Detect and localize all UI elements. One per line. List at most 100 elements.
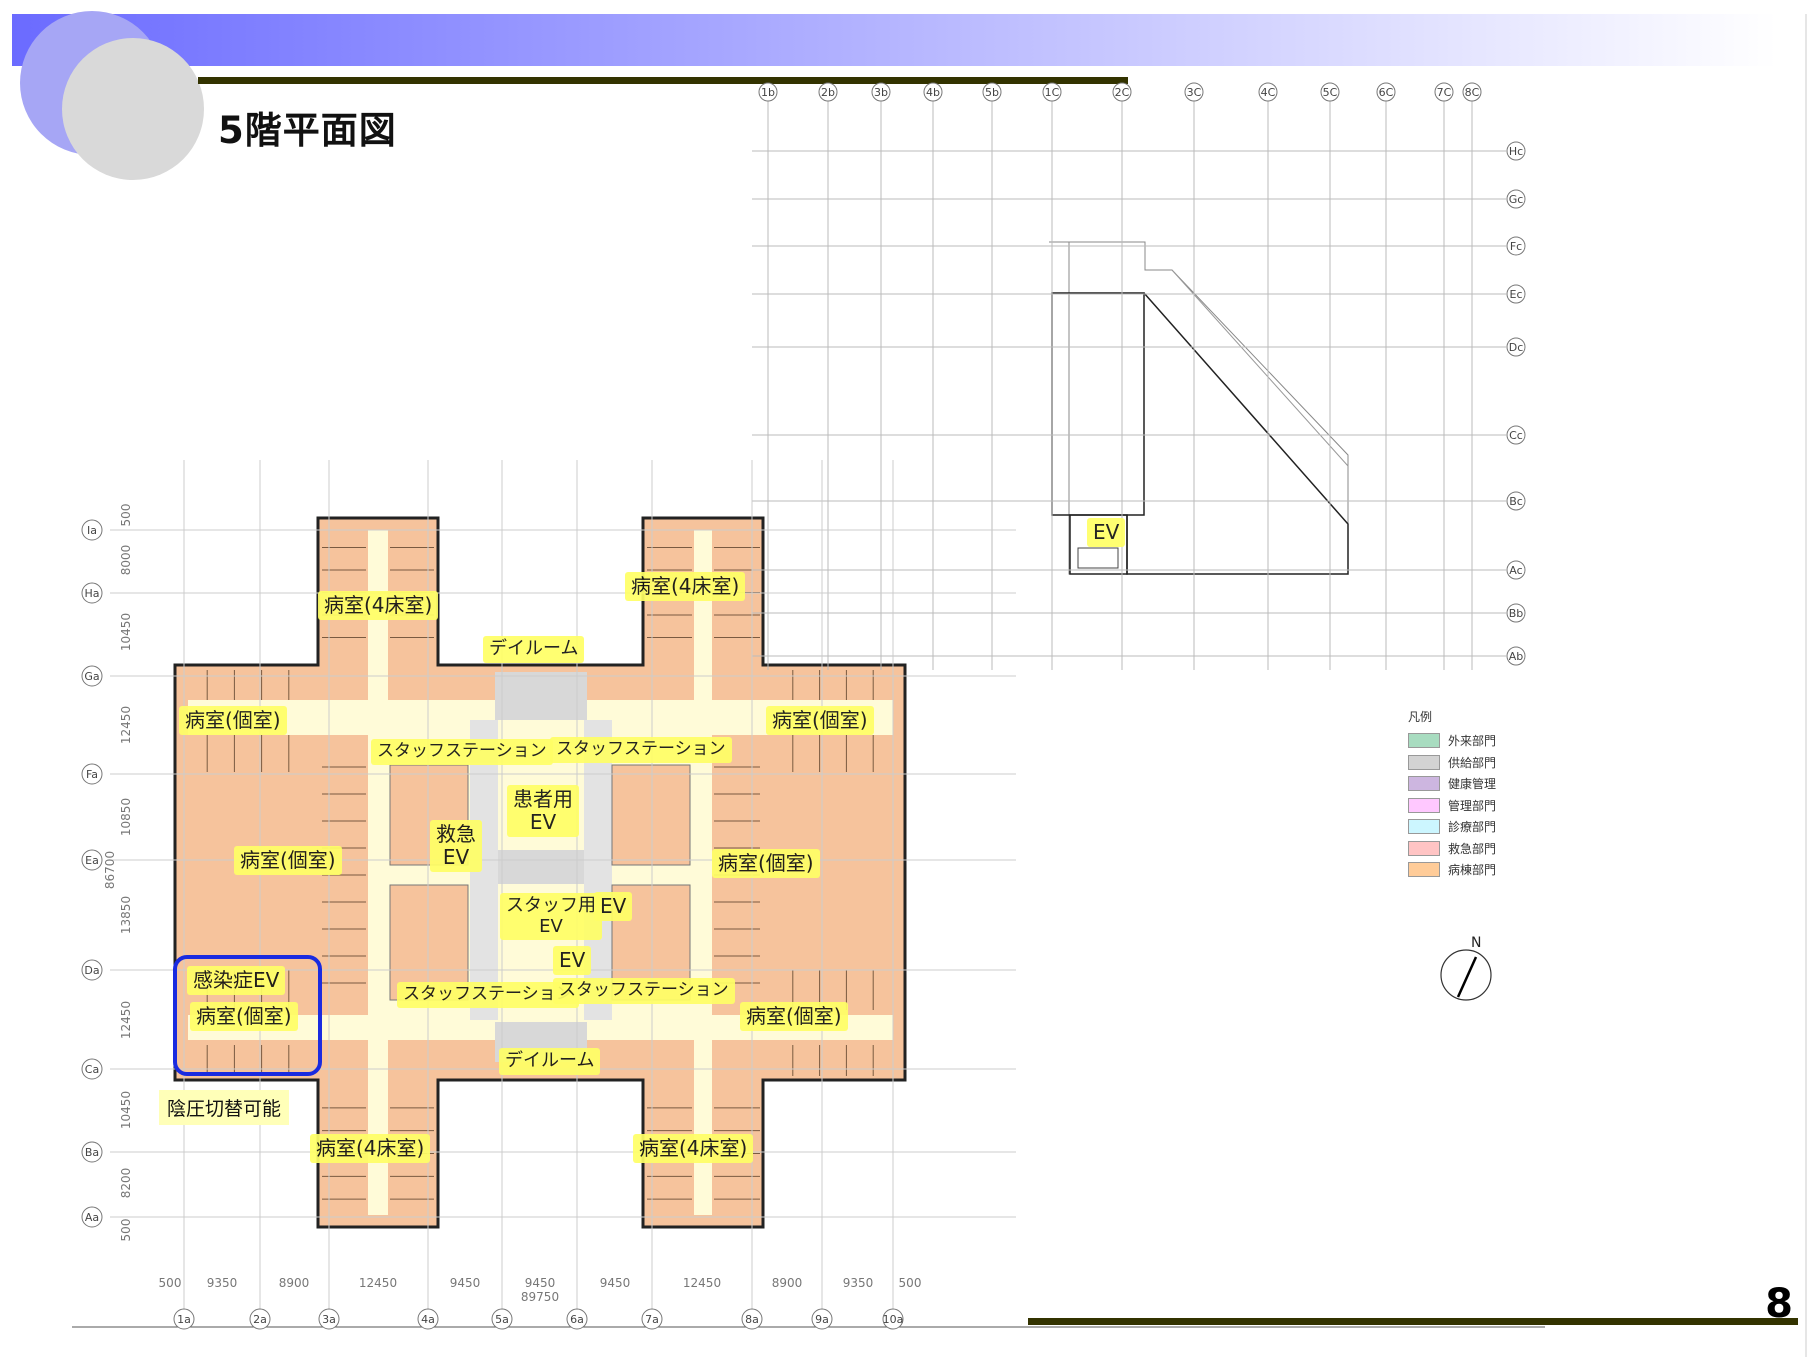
dimension-left: 10450 (119, 613, 133, 651)
label-private-left-bottom: 病室(個室) (190, 1002, 298, 1031)
key-plan-diagonal-outer (1171, 269, 1349, 467)
key-plan-building (1051, 292, 1145, 516)
label-ev-center-lower: EV (553, 946, 592, 975)
key-grid-label-right: Bb (1509, 607, 1524, 620)
label-dayroom-bottom: デイルーム (499, 1048, 601, 1075)
label-private-left-top: 病室(個室) (179, 706, 287, 735)
label-ev-center-right: EV (594, 892, 633, 921)
key-grid-label-top: 5C (1323, 86, 1338, 99)
label-ward4-top-left: 病室(4床室) (318, 591, 439, 620)
plan-grid-label-bottom: 9a (815, 1313, 829, 1326)
key-grid-label-top: 7C (1437, 86, 1452, 99)
dimension-bottom: 9350 (843, 1276, 874, 1290)
plan-grid-label-bottom: 7a (645, 1313, 659, 1326)
key-grid-label-top: 6C (1379, 86, 1394, 99)
dimension-bottom: 9450 (600, 1276, 631, 1290)
dimension-left: 13850 (119, 896, 133, 934)
dimension-bottom: 8900 (279, 1276, 310, 1290)
legend-swatch (1408, 776, 1440, 792)
legend-label: 供給部門 (1448, 755, 1497, 770)
legend-item: 救急部門 (1408, 838, 1496, 860)
legend-swatch (1408, 733, 1440, 749)
dimension-bottom: 12450 (359, 1276, 397, 1290)
key-grid-label-top: 4b (926, 86, 940, 99)
dimension-left: 12450 (119, 706, 133, 744)
plan-grid-label-left: Da (84, 964, 99, 977)
label-patient-ev: 患者用 EV (507, 785, 579, 837)
plan-grid-label-left: Ba (85, 1146, 99, 1159)
dimension-total-left: 86700 (103, 851, 117, 889)
legend-item: 外来部門 (1408, 730, 1496, 752)
label-private-left-mid: 病室(個室) (234, 846, 342, 875)
plan-grid-label-bottom: 10a (883, 1313, 904, 1326)
label-staff-station-2: スタッフステーション (550, 737, 732, 763)
key-grid-label-right: Bc (1509, 495, 1523, 508)
dimension-bottom: 500 (159, 1276, 182, 1290)
north-arrow (1440, 949, 1492, 1001)
dimension-left: 500 (119, 1219, 133, 1242)
key-plan-diagonal (1126, 292, 1349, 575)
plan-grid-label-left: Aa (85, 1211, 99, 1224)
legend-label: 管理部門 (1448, 798, 1497, 813)
key-grid-label-right: Ec (1510, 288, 1523, 301)
dimension-bottom: 9350 (207, 1276, 238, 1290)
plan-grid-label-left: Ha (84, 587, 99, 600)
legend-swatch (1408, 840, 1440, 856)
label-emergency-ev: 救急 EV (430, 820, 482, 872)
slide: 5階平面図 8 1b 2b 3b 4b 5b 1C 2C 3C 4C 5C 6C 7C 8C H (0, 0, 1818, 1369)
legend-title: 凡例 (1408, 710, 1433, 724)
dimension-left: 10850 (119, 798, 133, 836)
key-grid-label-right: Cc (1509, 429, 1523, 442)
legend-item: 管理部門 (1408, 795, 1496, 817)
legend-item: 供給部門 (1408, 752, 1496, 774)
plan-grid-label-left: Ga (84, 670, 99, 683)
plan-grid-label-bottom: 5a (495, 1313, 509, 1326)
label-staff-station-3: スタッフステーション (397, 982, 579, 1008)
plan-grid-label-left: Fa (86, 768, 98, 781)
label-staff-station-4: スタッフステーション (553, 978, 735, 1004)
plan-grid-label-left: Ea (85, 854, 99, 867)
key-grid-label-right: Dc (1509, 341, 1524, 354)
north-label: N (1471, 935, 1482, 951)
label-staff-station-1: スタッフステーション (371, 739, 553, 765)
plan-grid-label-left: Ca (85, 1063, 99, 1076)
key-grid-label-right: Ab (1509, 650, 1524, 663)
dimension-bottom: 8900 (772, 1276, 803, 1290)
legend-label: 健康管理 (1448, 777, 1497, 792)
legend-swatch (1408, 862, 1440, 878)
label-ward4-bottom-left: 病室(4床室) (310, 1134, 431, 1163)
key-grid-label-top: 2C (1115, 86, 1130, 99)
dimension-left: 12450 (119, 1001, 133, 1039)
dimension-bottom: 12450 (683, 1276, 721, 1290)
legend-item: 病棟部門 (1408, 859, 1496, 881)
dimension-left: 8000 (119, 545, 133, 576)
floor-plan: 1b 2b 3b 4b 5b 1C 2C 3C 4C 5C 6C 7C 8C Hc Gc Fc Ec Dc Cc Bc… (81, 82, 1526, 1330)
core-top (495, 672, 587, 720)
dimension-total-bottom: 89750 (521, 1290, 559, 1304)
plan-grid-label-bottom: 2a (253, 1313, 267, 1326)
north-arrow-circle (1440, 949, 1492, 1001)
key-grid-label-right: Gc (1509, 193, 1524, 206)
legend-label: 診療部門 (1448, 820, 1497, 835)
key-plan-stair (1077, 547, 1119, 569)
label-infection-ev: 感染症EV (187, 966, 286, 995)
key-grid-label-top: 3C (1187, 86, 1202, 99)
dimension-left: 500 (119, 504, 133, 527)
key-grid-label-top: 4C (1261, 86, 1276, 99)
key-grid-label-right: Hc (1509, 145, 1523, 158)
plan-grid-label-bottom: 6a (570, 1313, 584, 1326)
key-grid-label-top: 5b (985, 86, 999, 99)
legend-item: 健康管理 (1408, 773, 1496, 795)
key-grid-label-top: 2b (821, 86, 835, 99)
legend-label: 病棟部門 (1448, 863, 1497, 878)
plan-grid-label-bottom: 1a (177, 1313, 191, 1326)
key-grid-label-top: 8C (1465, 86, 1480, 99)
dimension-left: 8200 (119, 1168, 133, 1199)
legend-label: 外来部門 (1448, 734, 1497, 749)
legend: 凡例 外来部門供給部門健康管理管理部門診療部門救急部門病棟部門 (1408, 708, 1496, 881)
staff-block-right (611, 764, 691, 866)
key-grid-label-right: Fc (1510, 240, 1522, 253)
label-ev-key-plan: EV (1087, 518, 1126, 547)
legend-swatch (1408, 819, 1440, 835)
key-grid-label-top: 3b (874, 86, 888, 99)
